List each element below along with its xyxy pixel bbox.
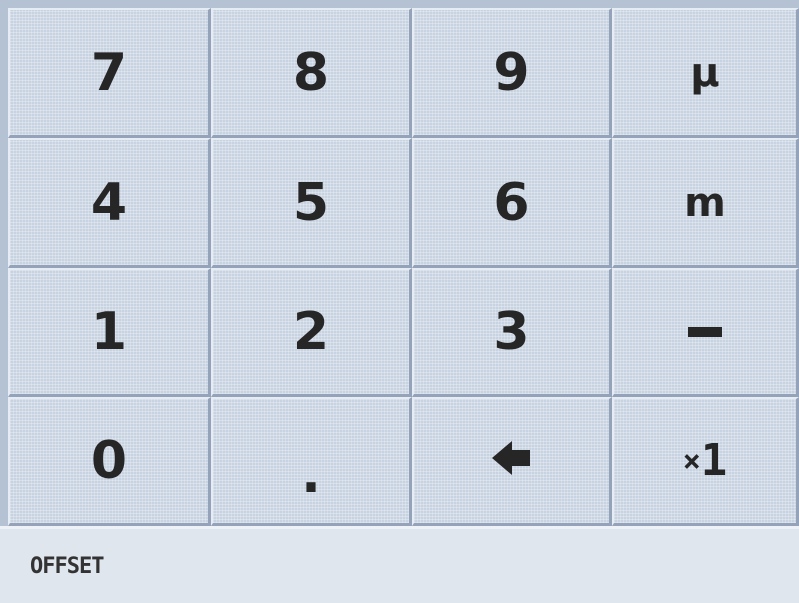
key-9-label: 9 [493,42,530,103]
key-minus[interactable] [612,268,799,397]
key-5-label: 5 [292,172,330,233]
numeric-keypad-screen: 7 8 9 µ 4 5 6 m 1 2 3 0 . ×1 OFFSET [0,0,799,603]
key-micro-label: µ [690,49,720,96]
key-8[interactable]: 8 [211,8,412,138]
key-8-label: 8 [292,42,330,103]
key-decimal-label: . [301,445,321,505]
key-decimal-point[interactable]: . [211,397,412,526]
key-7[interactable]: 7 [8,8,211,138]
left-arrow-icon [491,440,532,482]
key-5[interactable]: 5 [211,138,412,268]
key-micro[interactable]: µ [612,8,799,138]
key-4-label: 4 [90,172,128,233]
minus-icon [688,327,722,337]
key-times-one[interactable]: ×1 [612,397,799,526]
key-backspace[interactable] [412,397,612,526]
key-3-label: 3 [493,302,530,362]
key-0-label: 0 [90,431,128,491]
key-milli[interactable]: m [612,138,799,268]
field-name-label: OFFSET [30,553,104,579]
key-0[interactable]: 0 [8,397,211,526]
key-1-label: 1 [90,302,128,362]
status-bar: OFFSET [0,526,799,603]
key-6-label: 6 [493,172,530,233]
key-2[interactable]: 2 [211,268,412,397]
key-2-label: 2 [292,302,330,362]
key-milli-label: m [684,179,726,226]
key-3[interactable]: 3 [412,268,612,397]
key-4[interactable]: 4 [8,138,211,268]
key-6[interactable]: 6 [412,138,612,268]
key-times-one-label: ×1 [682,435,728,486]
key-7-label: 7 [90,42,128,103]
key-9[interactable]: 9 [412,8,612,138]
keypad-grid: 7 8 9 µ 4 5 6 m 1 2 3 0 . ×1 [8,8,799,526]
key-1[interactable]: 1 [8,268,211,397]
